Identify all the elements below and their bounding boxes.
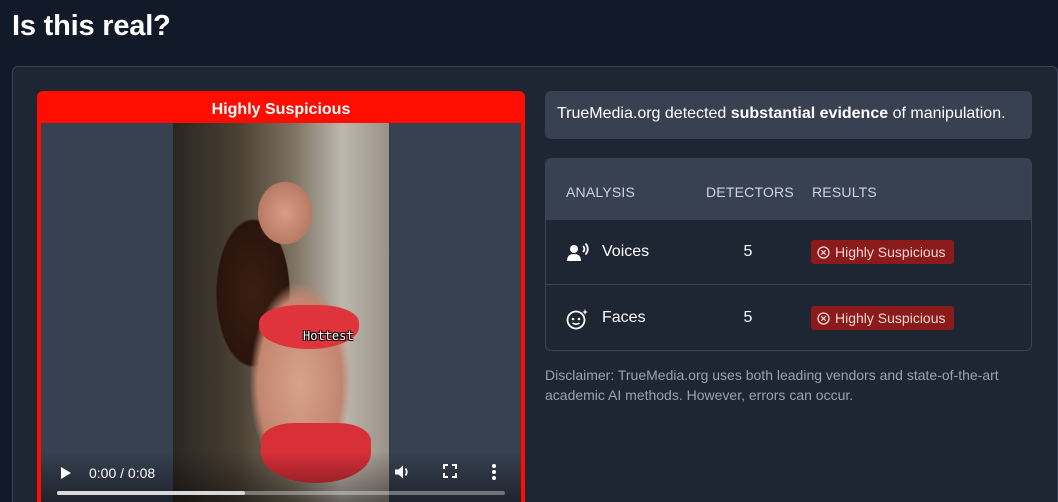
summary-prefix: TrueMedia.org detected [557,105,731,122]
row-label: Faces [602,309,646,326]
fullscreen-icon[interactable] [443,464,457,478]
status-badge: Highly Suspicious [811,306,954,330]
status-badge-text: Highly Suspicious [835,310,946,326]
summary-suffix: of manipulation. [888,105,1006,122]
more-options-icon[interactable] [491,463,497,481]
video-progress-fill [57,491,246,495]
verdict-label: Highly Suspicious [211,101,351,118]
video-progress-bar[interactable] [57,491,505,495]
video-player[interactable]: Hottest 0:00 / 0:08 [41,123,521,502]
summary-message: TrueMedia.org detected substantial evide… [545,91,1032,139]
video-controls: 0:00 / 0:08 [41,451,521,502]
row-detectors: 5 [743,309,753,326]
status-badge: Highly Suspicious [811,240,954,264]
video-frame-image: Hottest [173,123,389,502]
disclaimer-text: Disclaimer: TrueMedia.org uses both lead… [545,367,999,403]
voice-icon [567,242,589,261]
table-header: ANALYSIS DETECTORS RESULTS [546,159,1031,220]
status-badge-text: Highly Suspicious [835,244,946,260]
video-overlay-caption: Hottest [303,329,354,343]
page-title: Is this real? [12,10,171,42]
header-results: RESULTS [812,184,877,200]
play-icon[interactable] [61,467,71,479]
header-analysis: ANALYSIS [566,184,636,200]
row-detectors: 5 [743,243,753,260]
video-panel: Highly Suspicious Hottest 0:00 / 0:08 [37,91,525,502]
video-time: 0:00 / 0:08 [89,465,156,481]
face-icon [566,309,588,330]
header-detectors: DETECTORS [706,184,794,200]
x-circle-icon [817,312,830,325]
table-row: Faces 5 Highly Suspicious [546,286,1031,350]
table-row: Voices 5 Highly Suspicious [546,220,1031,285]
volume-icon[interactable] [393,463,411,481]
analysis-table: ANALYSIS DETECTORS RESULTS Voices 5 High… [545,158,1032,351]
summary-emphasis: substantial evidence [730,105,889,122]
x-circle-icon [817,246,830,259]
row-label: Voices [602,243,650,260]
